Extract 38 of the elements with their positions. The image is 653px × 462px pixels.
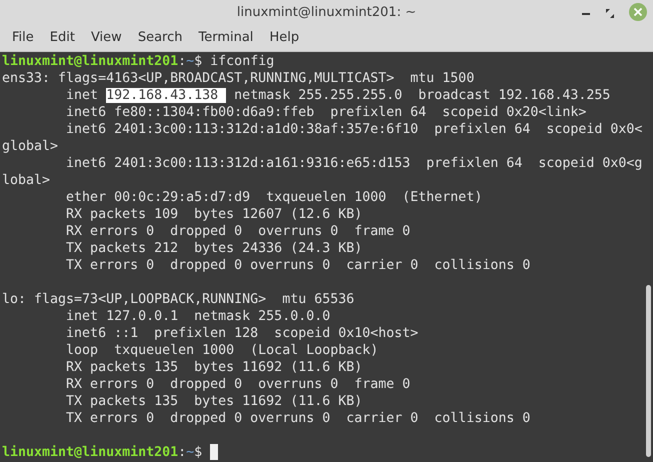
scrollbar[interactable]: [646, 285, 651, 457]
terminal-text: ether 00:0c:29:a5:d7:d9 txqueuelen 1000 (Ethernet): [65, 190, 482, 205]
terminal-text: TX errors 0 dropped 0 overruns 0 carrier 0 collisions 0: [65, 411, 530, 426]
terminal-text: RX packets 109 bytes 12607 (12.6 KB): [65, 207, 362, 222]
terminal-text: lobal>: [2, 173, 50, 188]
prompt-user-host: linuxmint@linuxmint201: [2, 54, 178, 69]
menu-item[interactable]: Edit: [42, 25, 83, 51]
terminal-text: loop txqueuelen 1000 (Local Loopback): [65, 343, 378, 358]
terminal-text: inet6 ::1 prefixlen 128 scopeid 0x10<host>: [65, 326, 418, 341]
terminal-text: :: [178, 54, 186, 69]
menu-item[interactable]: Terminal: [190, 25, 262, 51]
menu-item[interactable]: View: [82, 25, 130, 51]
terminal-text: ens33: flags=4163<UP,BROADCAST,RUNNING,MULTICAST> mtu 1500: [2, 71, 474, 86]
prompt-user-host: linuxmint@linuxmint201: [2, 445, 178, 460]
terminal-text: inet 127.0.0.1 netmask 255.0.0.0: [65, 309, 330, 324]
menu-item[interactable]: Search: [130, 25, 190, 51]
window-title: linuxmint@linuxmint201: ~: [236, 4, 416, 22]
terminal-text: global>: [2, 139, 58, 154]
terminal-text: :: [178, 445, 186, 460]
terminal-text: inet6 2401:3c00:113:312d:a1d0:38af:357e:6f10 prefixlen 64 scopeid 0x0<: [65, 122, 642, 137]
menu-item[interactable]: File: [4, 25, 42, 51]
selected-text: 192.168.43.138: [106, 88, 226, 103]
terminal-text: TX packets 212 bytes 24336 (24.3 KB): [65, 241, 362, 256]
terminal-text: inet6 fe80::1304:fb00:d6a9:ffeb prefixlen 64 scopeid 0x20<link>: [65, 105, 586, 120]
terminal-text: $: [194, 445, 204, 460]
terminal-text: lo: flags=73<UP,LOOPBACK,RUNNING> mtu 65536: [2, 292, 354, 307]
prompt-path: ~: [186, 54, 194, 69]
terminal-text: netmask 255.255.255.0 broadcast 192.168.43.255: [233, 88, 610, 103]
terminal-text: TX packets 135 bytes 11692 (11.6 KB): [65, 394, 362, 409]
terminal-text: $ ifconfig: [194, 54, 274, 69]
terminal-text: RX errors 0 dropped 0 overruns 0 frame 0: [65, 224, 410, 239]
terminal-text: RX errors 0 dropped 0 overruns 0 frame 0: [65, 377, 410, 392]
menu-item[interactable]: Help: [261, 25, 308, 51]
prompt-path: ~: [186, 445, 194, 460]
terminal-text: inet6 2401:3c00:113:312d:a161:9316:e65:d153 prefixlen 64 scopeid 0x0<g: [65, 156, 642, 171]
terminal-text: TX errors 0 dropped 0 overruns 0 carrier 0 collisions 0: [65, 258, 530, 273]
terminal-text: RX packets 135 bytes 11692 (11.6 KB): [65, 360, 362, 375]
terminal-text: inet: [65, 88, 100, 103]
